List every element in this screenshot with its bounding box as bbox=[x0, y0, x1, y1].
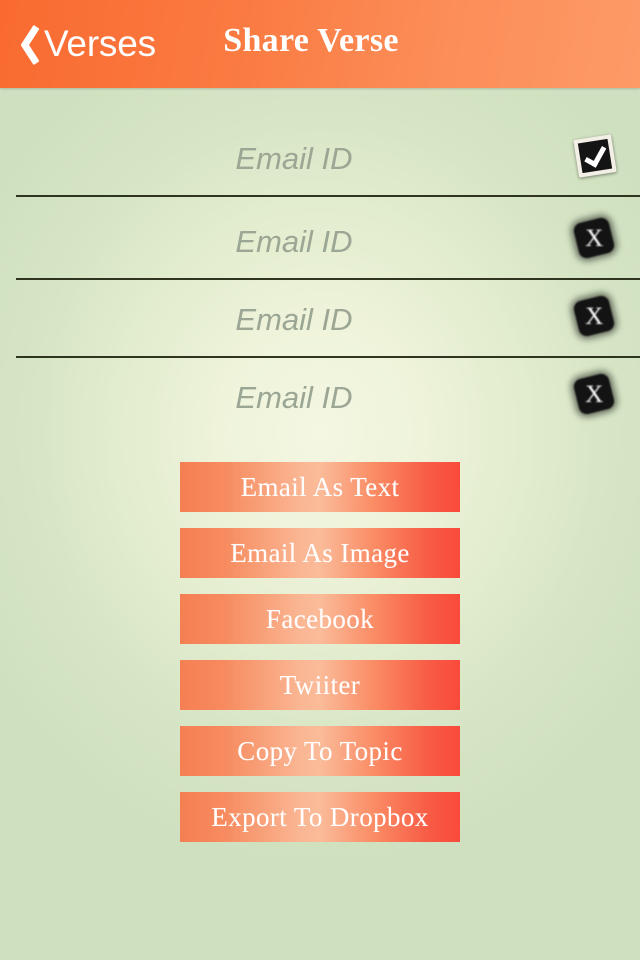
export-to-dropbox-button[interactable]: Export To Dropbox bbox=[180, 792, 460, 842]
close-x-icon: X bbox=[572, 294, 616, 338]
email-as-image-button[interactable]: Email As Image bbox=[180, 528, 460, 578]
email-input-4[interactable] bbox=[40, 377, 548, 419]
twitter-button[interactable]: Twiiter bbox=[180, 660, 460, 710]
facebook-button[interactable]: Facebook bbox=[180, 594, 460, 644]
recipient-row-1 bbox=[0, 88, 640, 197]
recipient-row-2: X bbox=[0, 197, 640, 280]
recipient-status-4[interactable]: X bbox=[572, 372, 618, 418]
recipient-status-2[interactable]: X bbox=[572, 216, 618, 262]
checkbox-checked-icon bbox=[573, 134, 617, 178]
recipient-list: X X X bbox=[0, 88, 640, 436]
close-x-icon: X bbox=[572, 216, 616, 260]
page-title: Share Verse bbox=[223, 22, 399, 59]
email-as-text-button[interactable]: Email As Text bbox=[180, 462, 460, 512]
recipient-status-1[interactable] bbox=[573, 134, 618, 179]
share-verse-screen: Verses Share Verse X X bbox=[0, 0, 640, 960]
email-input-3[interactable] bbox=[40, 299, 548, 341]
email-input-2[interactable] bbox=[40, 221, 548, 263]
copy-to-topic-button[interactable]: Copy To Topic bbox=[180, 726, 460, 776]
recipient-row-4: X bbox=[0, 358, 640, 436]
close-x-glyph: X bbox=[584, 302, 604, 330]
close-x-glyph: X bbox=[584, 224, 604, 252]
navigation-bar: Verses Share Verse bbox=[0, 0, 640, 88]
recipient-status-3[interactable]: X bbox=[572, 294, 618, 340]
share-action-list: Email As Text Email As Image Facebook Tw… bbox=[180, 462, 460, 858]
email-input-1[interactable] bbox=[40, 138, 548, 180]
close-x-glyph: X bbox=[584, 380, 604, 408]
recipient-row-3: X bbox=[0, 280, 640, 358]
close-x-icon: X bbox=[572, 372, 616, 416]
